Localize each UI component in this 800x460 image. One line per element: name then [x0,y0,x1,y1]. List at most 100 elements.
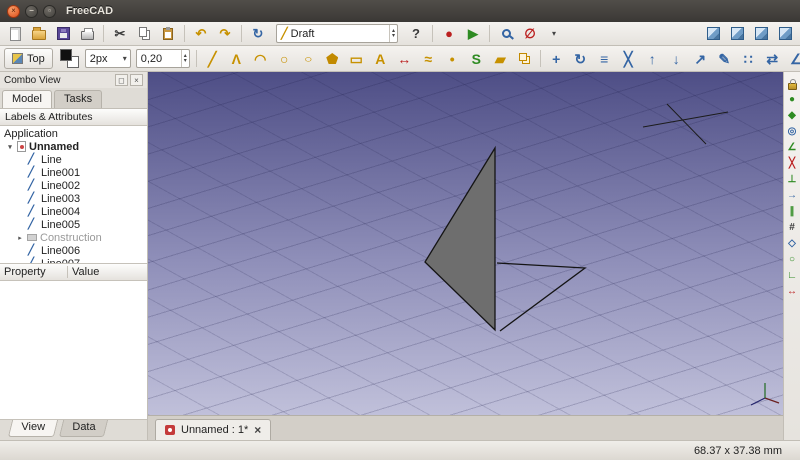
draft-circle-button[interactable]: ○ [273,48,296,70]
draft-bspline-button[interactable]: ≈ [417,48,440,70]
draft-polygon-button[interactable] [321,48,344,70]
draft-rectangle-button[interactable]: ▭ [345,48,368,70]
draft-shapestring-button[interactable]: S [465,48,488,70]
snap-near-button[interactable]: ○ [785,253,800,267]
window-close-button[interactable]: × [7,4,20,18]
panel-undock-button[interactable]: ◻ [115,74,128,86]
tree-item-construction[interactable]: ▸ Construction [0,231,147,244]
snap-extension-button[interactable]: → [785,189,800,203]
tree-item[interactable]: ╱ Line003 [0,192,147,205]
snap-perpendicular-button[interactable]: ⊥ [785,173,800,187]
snap-midpoint-button[interactable]: ◆ [785,109,800,123]
document-tab-close-icon[interactable]: × [254,423,261,437]
expander-open-icon[interactable]: ▾ [6,143,14,151]
viewport[interactable] [148,72,783,415]
draft-upgrade-button[interactable]: ↑ [641,48,664,70]
angle-spinbox[interactable]: 0,20 ▴ ▾ [135,49,190,68]
draft-point-button[interactable]: • [441,48,464,70]
tab-view[interactable]: View [7,420,58,437]
snap-angle-button[interactable]: ∠ [785,141,800,155]
color-swatches[interactable] [59,49,79,68]
paste-button[interactable] [157,24,179,44]
draft-ellipse-button[interactable]: ○ [297,51,320,67]
macro-play-button[interactable]: ▶ [462,24,484,44]
clipping-plane-button[interactable]: ∅ [519,24,541,44]
line-color-swatch[interactable] [59,49,72,61]
draft-line-button[interactable]: ╱ [201,48,224,70]
draft-array-button[interactable]: ∷ [737,48,760,70]
draft-offset-button[interactable]: ≡ [593,48,616,70]
snap-parallel-button[interactable]: ∥ [785,205,800,219]
open-file-button[interactable] [28,24,50,44]
macro-record-button[interactable]: ● [438,24,460,44]
tree-item[interactable]: ╱ Line007 [0,257,147,264]
tab-model[interactable]: Model [2,90,52,108]
construction-line[interactable] [666,103,707,145]
view-isometric-button[interactable] [702,24,724,44]
snap-center-button[interactable]: ◎ [785,125,800,139]
undo-button[interactable]: ↶ [190,24,212,44]
draft-downgrade-button[interactable]: ↓ [665,48,688,70]
working-plane-button[interactable]: Top [4,48,53,69]
tree-item[interactable]: ╱ Line001 [0,166,147,179]
draft-mirror-button[interactable]: ⇄ [761,48,784,70]
line-width-select[interactable]: 2px ▾ [84,49,131,68]
snap-lock-button[interactable] [785,77,800,91]
window-minimize-button[interactable]: − [25,4,38,18]
redo-button[interactable]: ↷ [214,24,236,44]
tree-item[interactable]: ╱ Line002 [0,179,147,192]
document-tab[interactable]: Unnamed : 1* × [155,419,272,440]
filled-shape[interactable] [424,145,496,332]
tree-item[interactable]: ╱ Line006 [0,244,147,257]
draft-clone-button[interactable] [513,48,536,70]
draft-move-button[interactable]: + [545,48,568,70]
draft-polyline-button[interactable]: Λ [225,48,248,70]
view-front-button[interactable] [726,24,748,44]
snap-grid-button[interactable]: # [785,221,800,235]
copy-button[interactable] [133,24,155,44]
3d-scene[interactable] [148,72,783,415]
snap-ortho-button[interactable]: ∟ [785,269,800,283]
draft-arc-button[interactable]: ◠ [249,48,272,70]
new-file-button[interactable] [4,24,26,44]
draft-facebinder-button[interactable]: ▰ [489,48,512,70]
property-column-header[interactable]: Property [0,266,68,278]
print-button[interactable] [76,24,98,44]
wire-shape[interactable] [496,262,587,332]
draft-dimension-button[interactable]: ↔ [393,48,416,70]
tree-item[interactable]: ╱ Line004 [0,205,147,218]
tab-data[interactable]: Data [58,420,109,437]
draft-rotate-button[interactable]: ↻ [569,48,592,70]
panel-close-button[interactable]: × [130,74,143,86]
workbench-selector-arrows[interactable]: ▴ ▾ [388,25,397,42]
workbench-selector[interactable]: ╱ Draft ▴ ▾ [276,24,398,43]
tree-item[interactable]: ╱ Line [0,153,147,166]
snap-endpoint-button[interactable]: ● [785,93,800,107]
zoom-button[interactable] [495,24,517,44]
construction-line[interactable] [642,111,729,128]
snap-dimensions-button[interactable]: ↔ [785,285,800,299]
property-table-body[interactable] [0,281,147,420]
tree-item-application[interactable]: Application [0,127,147,140]
tree-item[interactable]: ╱ Line005 [0,218,147,231]
snap-intersection-button[interactable]: ╳ [785,157,800,171]
value-column-header[interactable]: Value [68,266,147,278]
draft-scale-button[interactable]: ↗ [689,48,712,70]
save-button[interactable] [52,24,74,44]
draft-text-button[interactable]: A [369,48,392,70]
expander-closed-icon[interactable]: ▸ [16,234,24,242]
refresh-button[interactable]: ↻ [247,24,269,44]
angle-spin-arrows[interactable]: ▴ ▾ [180,50,189,67]
view-top-button[interactable] [750,24,772,44]
view-options-caret[interactable]: ▾ [543,24,565,44]
model-tree[interactable]: Application ▾ Unnamed ╱ Line ╱ Line001 ╱ [0,126,147,264]
snap-working-plane-button[interactable]: ◇ [785,237,800,251]
whats-this-button[interactable]: ? [405,24,427,44]
draft-trim-button[interactable]: ╳ [617,48,640,70]
tab-tasks[interactable]: Tasks [53,90,103,108]
draft-edit-button[interactable]: ✎ [713,48,736,70]
view-fit-all-button[interactable] [774,24,796,44]
tree-item-document[interactable]: ▾ Unnamed [0,140,147,153]
draft-slope-button[interactable]: ∠ [785,48,800,70]
window-maximize-button[interactable]: ▫ [43,4,56,18]
